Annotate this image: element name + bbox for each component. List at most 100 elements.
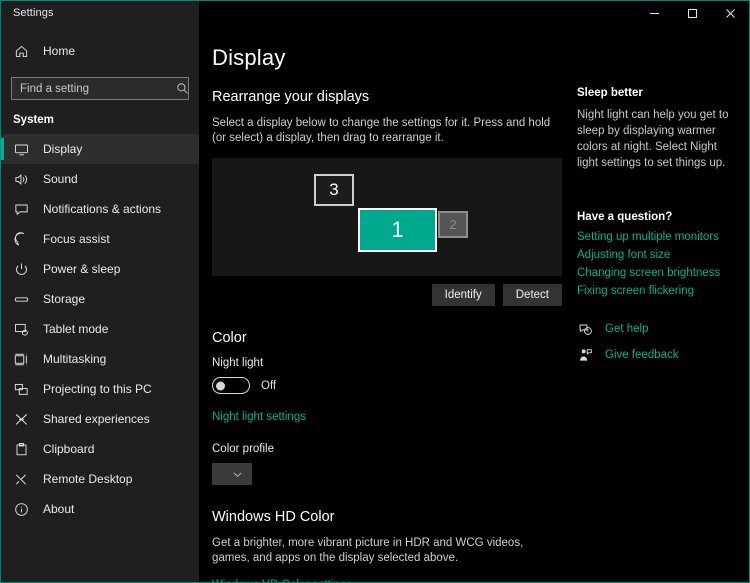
sidebar-item-label: Power & sleep xyxy=(43,262,121,276)
sleep-better-text: Night light can help you get to sleep by… xyxy=(577,109,729,169)
tablet-icon xyxy=(13,321,29,337)
give-feedback-label[interactable]: Give feedback xyxy=(605,349,679,361)
detect-button[interactable]: Detect xyxy=(502,284,562,306)
moon-icon xyxy=(13,231,29,247)
get-help-icon xyxy=(577,321,593,337)
night-light-state: Off xyxy=(261,379,277,392)
color-section: Color Night light Off Night light settin… xyxy=(212,330,569,485)
title-bar: Settings xyxy=(1,1,749,25)
display-canvas-buttons: Identify Detect xyxy=(212,284,562,306)
night-light-label: Night light xyxy=(212,357,264,369)
night-light-toggle-row: Off xyxy=(212,377,569,394)
power-icon xyxy=(13,261,29,277)
search-icon[interactable] xyxy=(174,81,190,97)
right-rail: Sleep better Night light can help you ge… xyxy=(569,25,744,582)
sidebar-item-power-sleep[interactable]: Power & sleep xyxy=(1,254,199,284)
maximize-button[interactable] xyxy=(673,1,711,25)
identify-button[interactable]: Identify xyxy=(431,284,495,306)
sidebar-item-shared-experiences[interactable]: Shared experiences xyxy=(1,404,199,434)
display-monitor-2[interactable]: 2 xyxy=(438,211,468,238)
sidebar-item-label: Remote Desktop xyxy=(43,472,133,486)
sidebar-section-label: System xyxy=(13,114,54,126)
search-box[interactable] xyxy=(11,77,189,100)
sidebar-item-label: Shared experiences xyxy=(43,412,150,426)
help-link-font-size[interactable]: Adjusting font size xyxy=(577,249,736,261)
help-link-list: Setting up multiple monitors Adjusting f… xyxy=(577,231,736,297)
sleep-better-heading: Sleep better xyxy=(577,87,643,99)
sidebar-item-remote-desktop[interactable]: Remote Desktop xyxy=(1,464,199,494)
main-content: Display Rearrange your displays Select a… xyxy=(199,25,749,582)
get-help-label[interactable]: Get help xyxy=(605,323,648,335)
sidebar-item-sound[interactable]: Sound xyxy=(1,164,199,194)
help-link-multiple-monitors[interactable]: Setting up multiple monitors xyxy=(577,231,736,243)
info-icon xyxy=(13,501,29,517)
sidebar-item-focus-assist[interactable]: Focus assist xyxy=(1,224,199,254)
window-body: Home System Display xyxy=(1,25,749,582)
hd-color-heading: Windows HD Color xyxy=(212,509,335,525)
sidebar-item-label: About xyxy=(43,502,75,516)
sidebar-item-label: Clipboard xyxy=(43,442,95,456)
sidebar: Home System Display xyxy=(1,25,199,582)
page-title: Display xyxy=(212,45,286,70)
night-light-toggle[interactable] xyxy=(212,377,250,394)
help-link-screen-flickering[interactable]: Fixing screen flickering xyxy=(577,285,736,297)
sidebar-item-home[interactable]: Home xyxy=(1,35,199,67)
project-icon xyxy=(13,381,29,397)
sidebar-item-label: Multitasking xyxy=(43,352,107,366)
chevron-down-icon xyxy=(229,466,245,482)
minimize-button[interactable] xyxy=(635,1,673,25)
monitor-label: 2 xyxy=(449,217,457,232)
sidebar-item-label: Display xyxy=(43,142,83,156)
sidebar-item-display[interactable]: Display xyxy=(1,134,199,164)
have-a-question-heading: Have a question? xyxy=(577,211,673,223)
rail-actions: Get help Give feedback xyxy=(577,321,736,363)
color-profile-dropdown[interactable] xyxy=(212,463,252,485)
sidebar-item-notifications[interactable]: Notifications & actions xyxy=(1,194,199,224)
sidebar-item-clipboard[interactable]: Clipboard xyxy=(1,434,199,464)
give-feedback-icon xyxy=(577,347,593,363)
display-arrangement-canvas[interactable]: 3 1 2 xyxy=(212,158,562,276)
color-heading: Color xyxy=(212,330,247,346)
storage-icon xyxy=(13,291,29,307)
get-help-action[interactable]: Get help xyxy=(577,321,736,337)
sidebar-item-label: Notifications & actions xyxy=(43,202,162,216)
color-profile-label: Color profile xyxy=(212,443,274,455)
give-feedback-action[interactable]: Give feedback xyxy=(577,347,736,363)
monitor-label: 3 xyxy=(329,180,339,199)
rearrange-description: Select a display below to change the set… xyxy=(212,117,551,144)
remote-desktop-icon xyxy=(13,471,29,487)
display-monitor-3[interactable]: 3 xyxy=(314,174,354,206)
sidebar-item-label: Sound xyxy=(43,172,78,186)
monitor-icon xyxy=(13,141,29,157)
share-icon xyxy=(13,411,29,427)
home-icon xyxy=(13,43,29,59)
monitor-label: 1 xyxy=(391,217,404,242)
clipboard-icon xyxy=(13,441,29,457)
hd-color-settings-link[interactable]: Windows HD Color settings xyxy=(212,579,352,582)
search-area xyxy=(1,67,199,100)
notification-icon xyxy=(13,201,29,217)
settings-content-column: Display Rearrange your displays Select a… xyxy=(199,25,569,582)
window-controls xyxy=(199,1,749,25)
night-light-settings-link[interactable]: Night light settings xyxy=(212,411,306,423)
sidebar-item-multitasking[interactable]: Multitasking xyxy=(1,344,199,374)
help-link-screen-brightness[interactable]: Changing screen brightness xyxy=(577,267,736,279)
sidebar-item-about[interactable]: About xyxy=(1,494,199,524)
multitasking-icon xyxy=(13,351,29,367)
hd-color-description: Get a brighter, more vibrant picture in … xyxy=(212,537,524,564)
home-label: Home xyxy=(43,44,76,58)
window-title: Settings xyxy=(13,7,54,19)
display-monitor-1[interactable]: 1 xyxy=(358,208,437,252)
settings-window: Settings Home Find a setting System Disp… xyxy=(0,0,750,583)
title-bar-left: Settings xyxy=(1,1,199,25)
content-scrollbar[interactable] xyxy=(744,25,749,582)
sidebar-item-projecting[interactable]: Projecting to this PC xyxy=(1,374,199,404)
sidebar-item-tablet-mode[interactable]: Tablet mode xyxy=(1,314,199,344)
close-button[interactable] xyxy=(711,1,749,25)
sidebar-nav-list: Display Sound Notifications & actions Fo… xyxy=(1,134,199,524)
search-input[interactable] xyxy=(20,82,174,95)
sidebar-item-label: Tablet mode xyxy=(43,322,109,336)
sidebar-item-label: Storage xyxy=(43,292,86,306)
sidebar-item-storage[interactable]: Storage xyxy=(1,284,199,314)
rearrange-heading: Rearrange your displays xyxy=(212,89,370,105)
